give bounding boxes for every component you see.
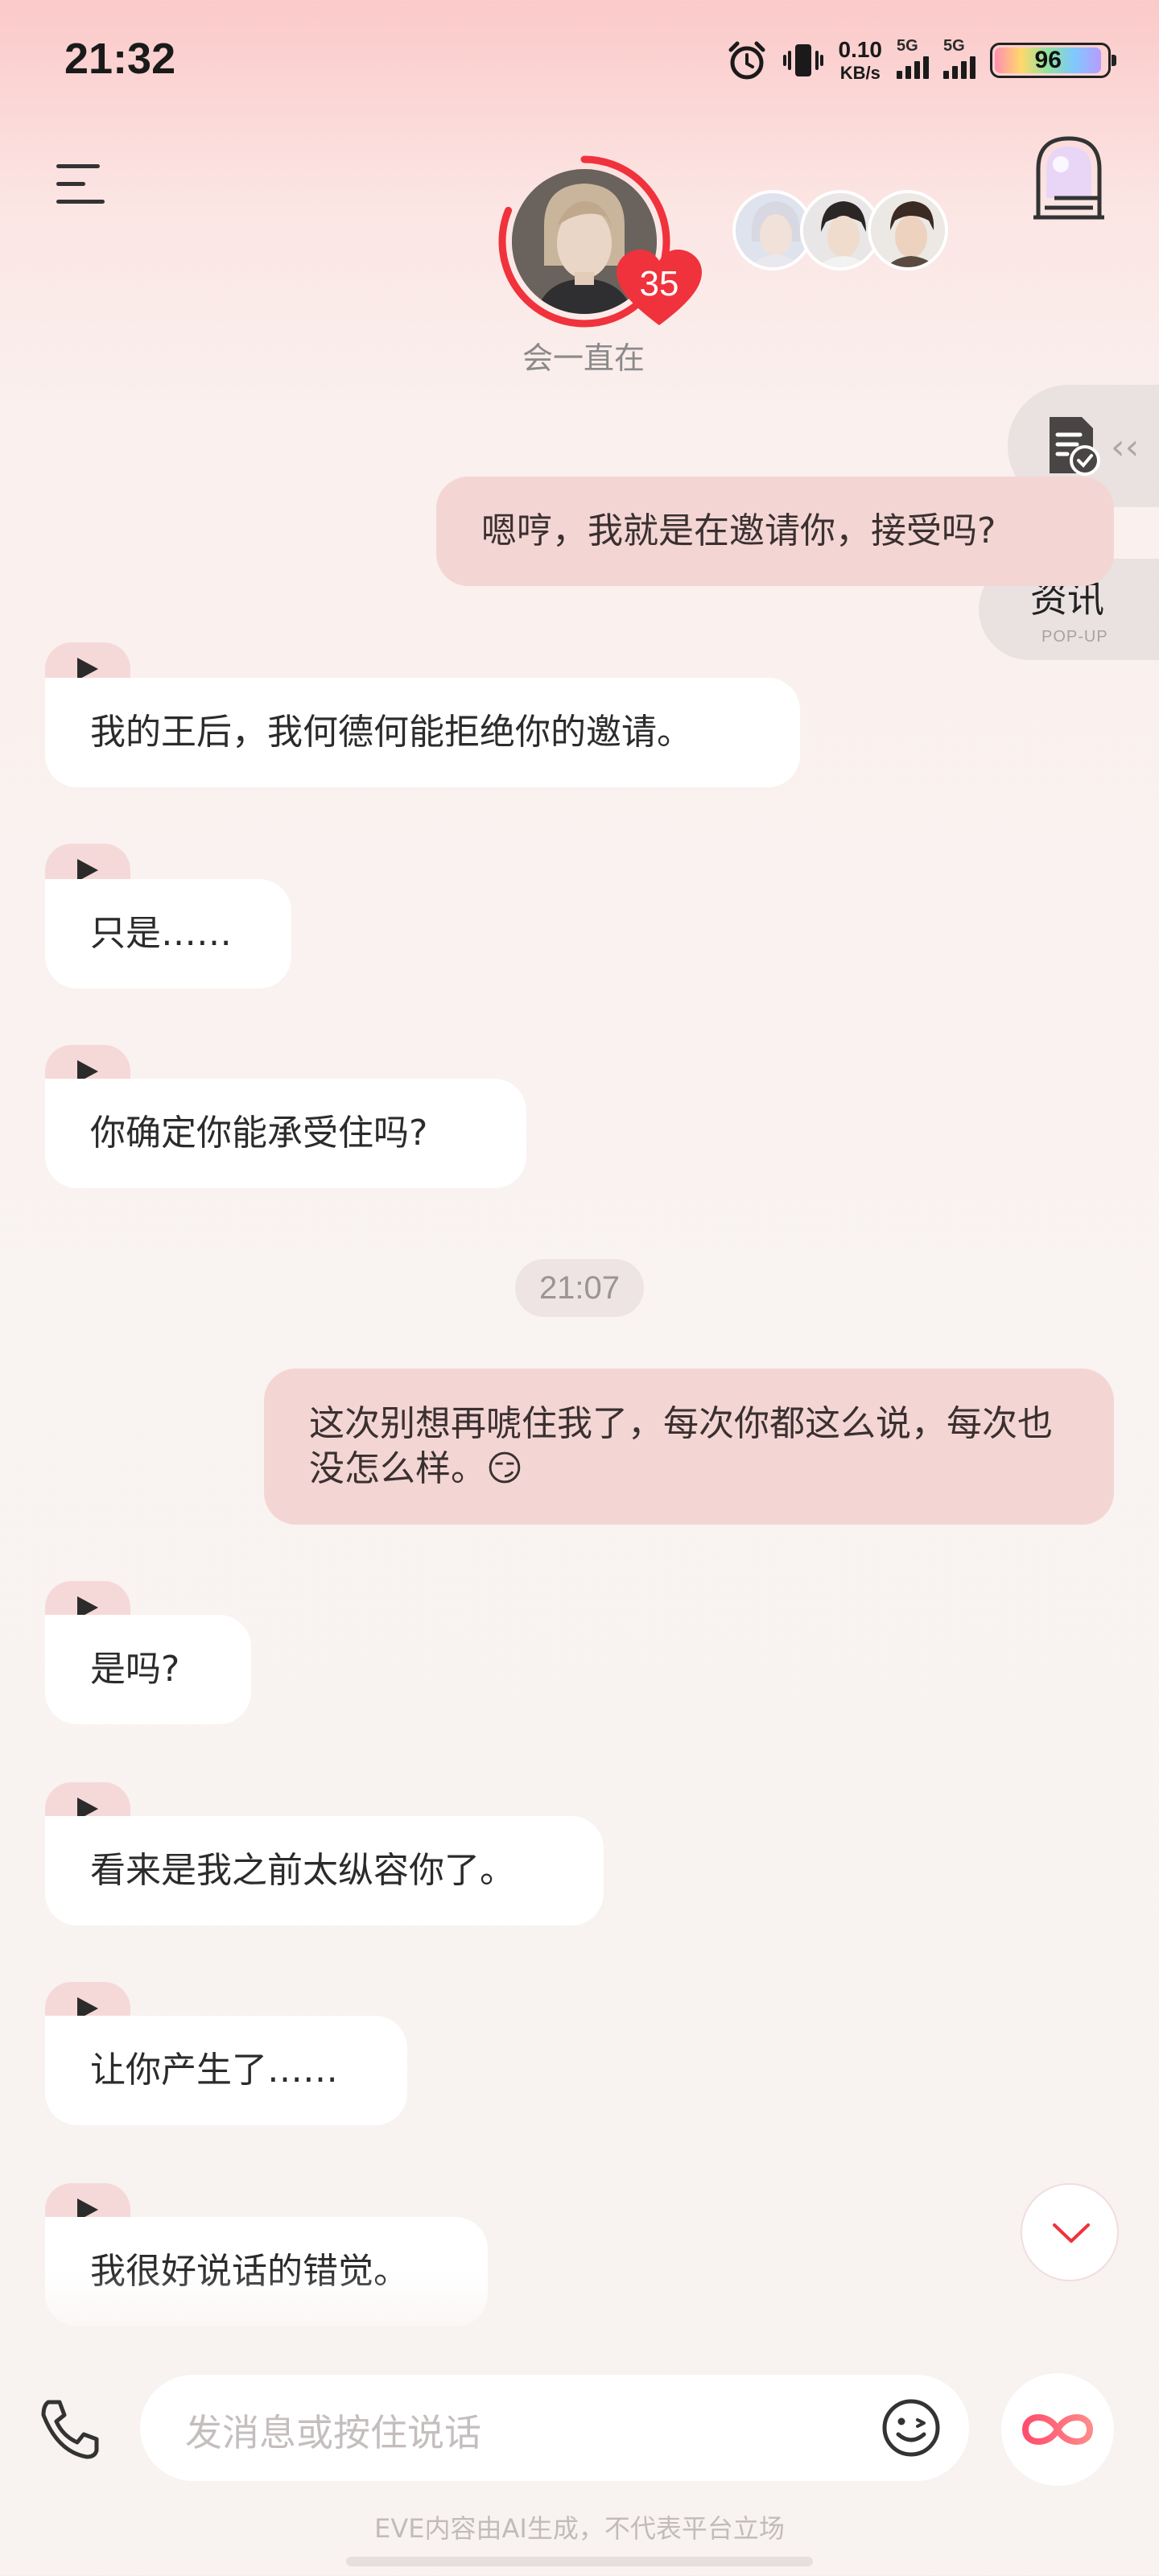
net-speed-value: 0.10 xyxy=(838,37,883,62)
message-text: 是吗? xyxy=(90,1649,180,1690)
signal-icon-2: 5G xyxy=(943,37,975,79)
other-characters[interactable] xyxy=(732,190,948,270)
message-text: 看来是我之前太纵容你了。 xyxy=(90,1850,515,1891)
bot-message[interactable]: 让你产生了…… xyxy=(45,2016,407,2125)
timestamp: 21:07 xyxy=(515,1259,644,1317)
chevron-down-icon xyxy=(1053,2223,1090,2243)
chevron-left-icon: ‹‹ xyxy=(1111,427,1140,468)
bottom-fade xyxy=(0,2270,1159,2359)
bot-message[interactable]: 我的王后，我何德何能拒绝你的邀请。 xyxy=(45,678,800,787)
status-icons: 0.10 KB/s 5G 5G 96 xyxy=(726,32,1116,89)
message-text: 我的王后，我何德何能拒绝你的邀请。 xyxy=(90,712,692,753)
message-input[interactable]: 发消息或按住说话 xyxy=(140,2375,969,2481)
infinity-button[interactable] xyxy=(1001,2373,1114,2486)
bot-message[interactable]: 看来是我之前太纵容你了。 xyxy=(45,1816,604,1926)
affinity-level: 35 xyxy=(639,264,679,303)
character-name: 会一直在 xyxy=(522,341,645,376)
signal-icon: 5G xyxy=(897,37,929,79)
ai-disclaimer: EVE内容由AI生成，不代表平台立场 xyxy=(374,2513,785,2544)
popup-subtitle: POP-UP xyxy=(1041,628,1108,646)
status-bar: 21:32 0.10 KB/s 5G 5G 96 xyxy=(0,0,1159,121)
scroll-to-bottom-button[interactable] xyxy=(1021,2183,1119,2281)
user-message[interactable]: 嗯哼，我就是在邀请你，接受吗? xyxy=(436,477,1114,586)
battery-level: 96 xyxy=(1034,47,1062,73)
home-indicator[interactable] xyxy=(346,2557,813,2566)
sim1-label: 5G xyxy=(897,37,918,55)
message-text: 嗯哼，我就是在邀请你，接受吗? xyxy=(481,510,996,551)
bot-message[interactable]: 只是…… xyxy=(45,879,291,989)
menu-icon[interactable] xyxy=(56,161,108,206)
vibrate-icon xyxy=(782,44,823,76)
emoji-icon[interactable] xyxy=(881,2397,942,2458)
character-avatar-button[interactable]: 35 xyxy=(496,153,702,330)
message-text: 你确定你能承受住吗? xyxy=(90,1113,428,1154)
alarm-icon xyxy=(728,41,765,80)
heart-badge-icon: 35 xyxy=(615,248,703,328)
character-avatar-3[interactable] xyxy=(868,190,948,270)
input-placeholder: 发消息或按住说话 xyxy=(185,2411,481,2454)
message-text: 让你产生了…… xyxy=(90,2050,338,2091)
phone-icon[interactable] xyxy=(37,2396,103,2462)
user-message[interactable]: 这次别想再唬住我了，每次你都这么说，每次也没怎么样。😏 xyxy=(264,1368,1114,1525)
bot-message[interactable]: 是吗? xyxy=(45,1615,251,1724)
infinity-icon xyxy=(1021,2414,1094,2445)
message-text: 只是…… xyxy=(90,913,232,954)
bot-message[interactable]: 你确定你能承受住吗? xyxy=(45,1079,526,1188)
battery-icon: 96 xyxy=(990,43,1116,78)
message-text: 这次别想再唬住我了，每次你都这么说，每次也没怎么样。😏 xyxy=(309,1403,1053,1489)
document-check-icon xyxy=(1050,417,1100,476)
sim2-label: 5G xyxy=(943,37,965,55)
network-speed: 0.10 KB/s xyxy=(839,39,883,82)
door-icon[interactable] xyxy=(1029,134,1109,222)
status-time: 21:32 xyxy=(64,35,176,83)
net-speed-unit: KB/s xyxy=(839,63,881,83)
